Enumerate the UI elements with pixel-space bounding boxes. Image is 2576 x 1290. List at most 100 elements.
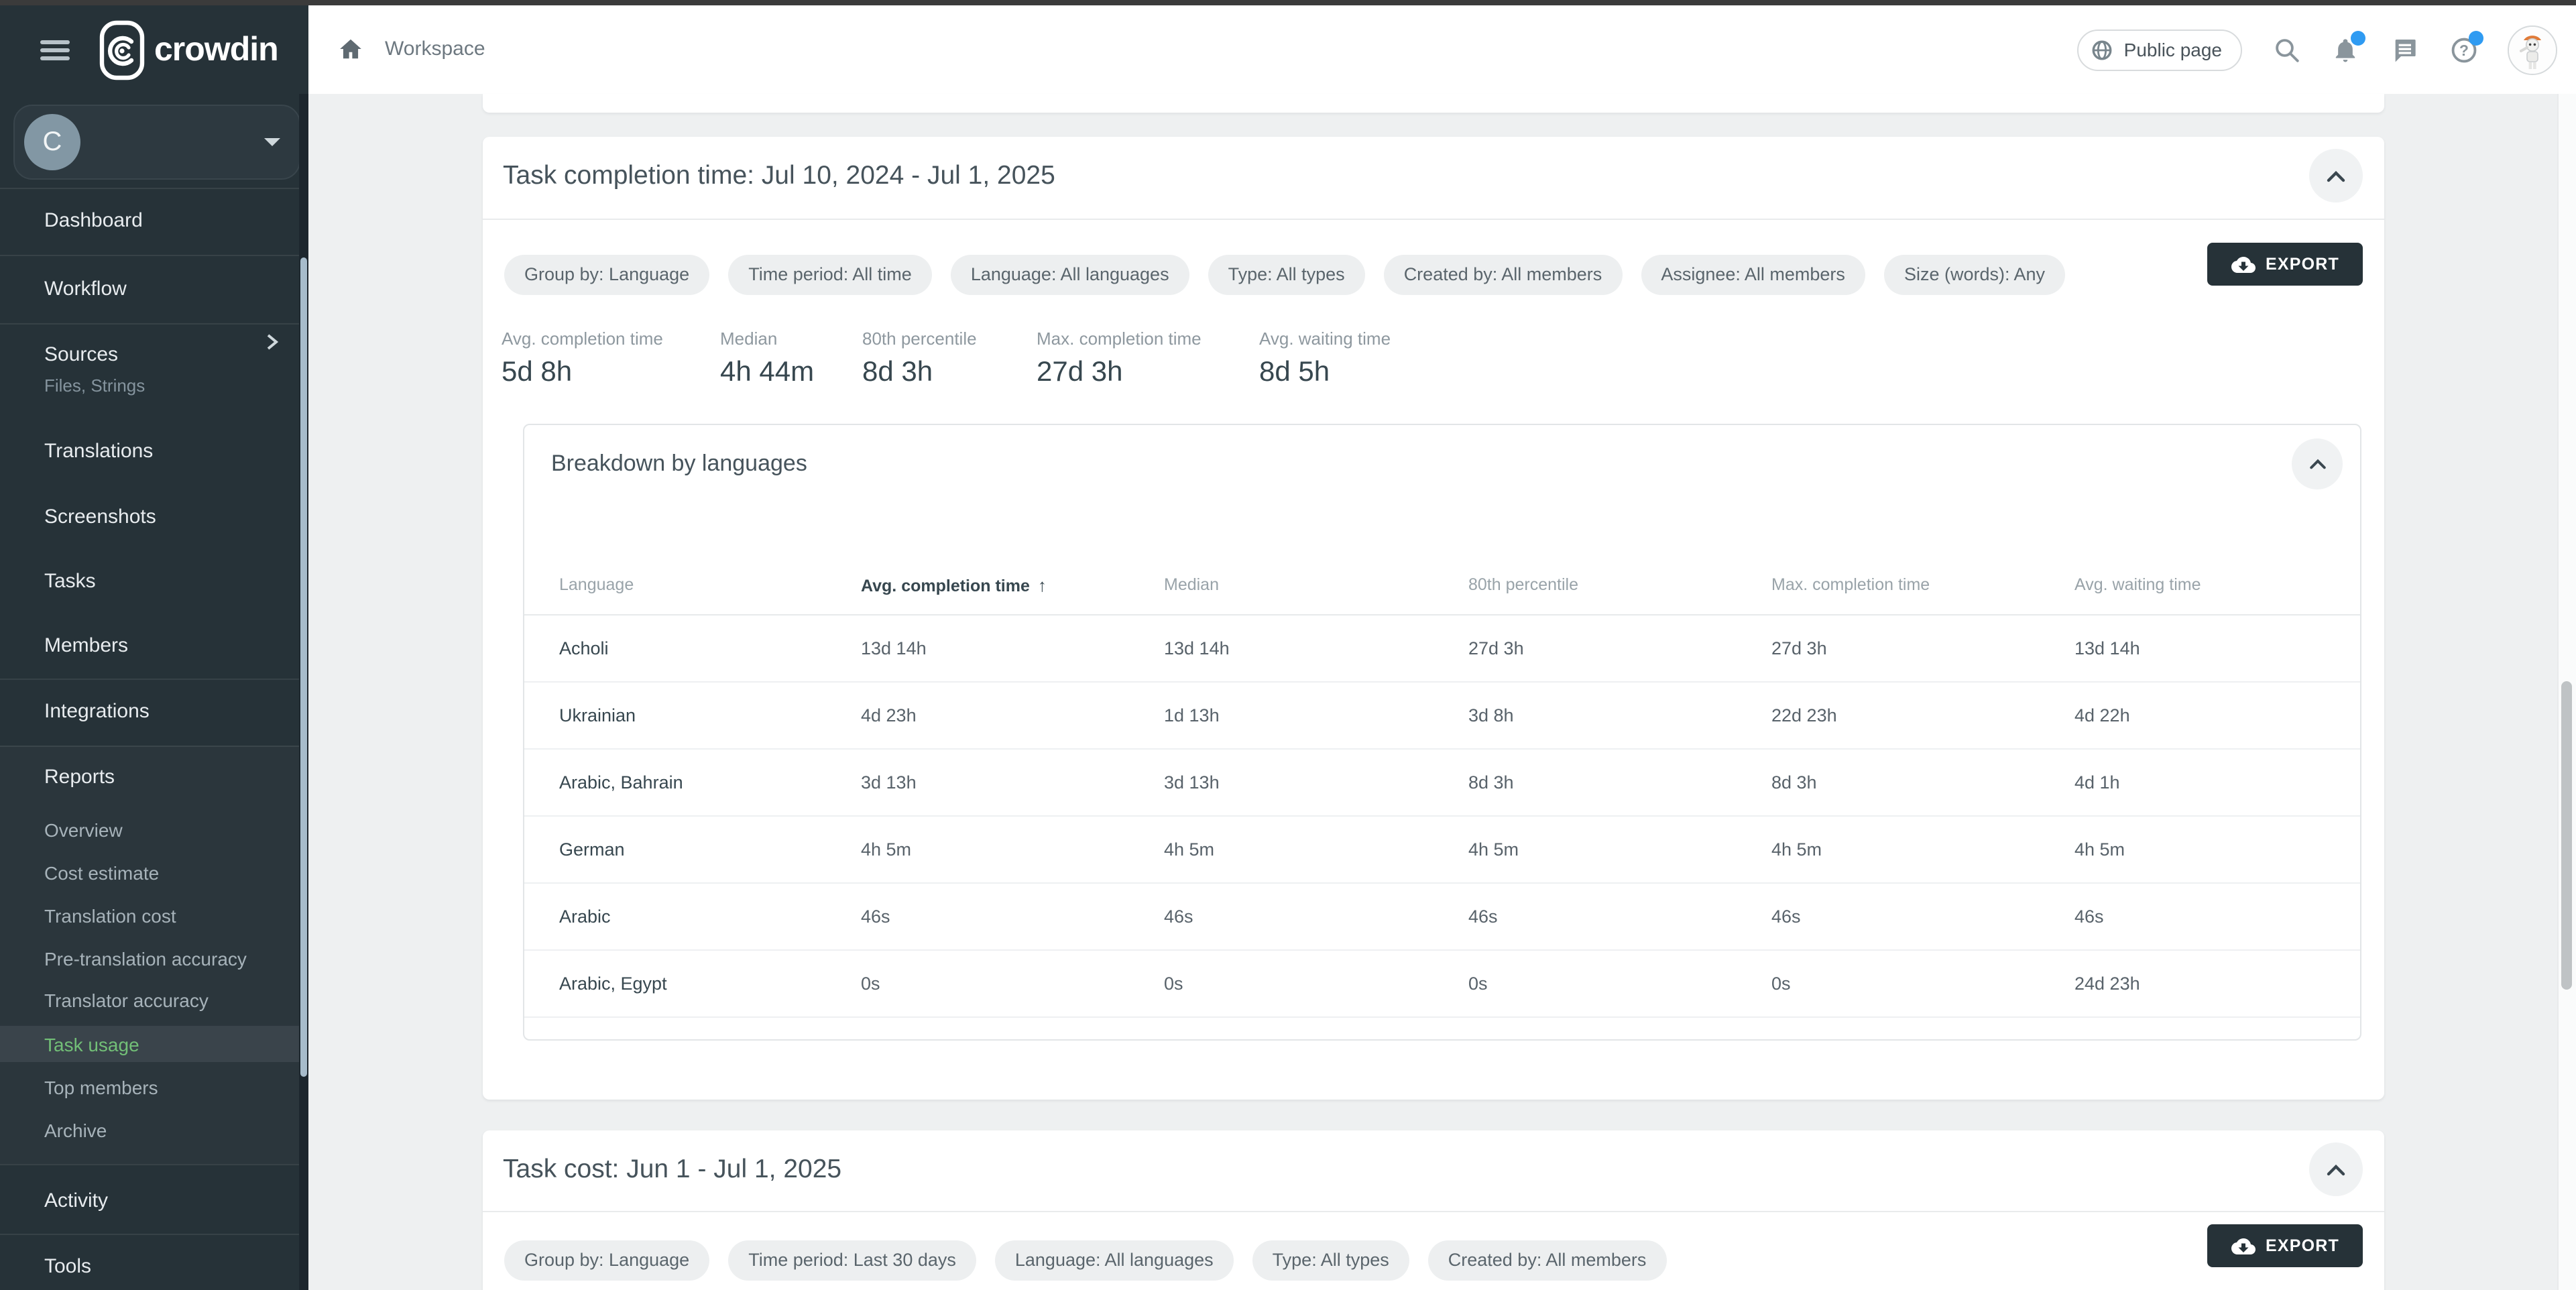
stat-median: Median 4h 44m (720, 329, 814, 389)
help-icon[interactable]: ? (2449, 35, 2478, 64)
stat-80th-percentile: 80th percentile 8d 3h (862, 329, 977, 389)
sidebar-item-activity[interactable]: Activity (44, 1185, 108, 1218)
chevron-up-icon (2308, 459, 2326, 469)
sidebar-item-tools[interactable]: Tools (44, 1251, 91, 1283)
sidebar-item-tasks[interactable]: Tasks (44, 566, 96, 598)
filter-chip-created-by[interactable]: Created by: All members (1428, 1240, 1667, 1281)
public-page-label: Public page (2124, 39, 2222, 60)
task-completion-title: Task completion time: Jul 10, 2024 - Jul… (503, 158, 1055, 193)
notification-badge (2351, 31, 2365, 46)
stat-avg-completion-time: Avg. completion time 5d 8h (502, 329, 663, 389)
notifications-bell-icon[interactable] (2331, 35, 2360, 64)
table-row-arabic: Arabic 46s 46s 46s 46s 46s (524, 884, 2360, 951)
sidebar-item-workflow[interactable]: Workflow (44, 274, 127, 306)
crowdin-logo[interactable]: crowdin (99, 20, 278, 80)
export-button[interactable]: EXPORT (2207, 1224, 2363, 1267)
divider (0, 1234, 308, 1235)
collapse-task-cost-button[interactable] (2309, 1142, 2363, 1196)
task-cost-filters: Group by: Language Time period: Last 30 … (504, 1240, 1666, 1281)
sort-ascending-icon: ↑ (1038, 575, 1047, 595)
messages-chat-icon[interactable] (2390, 35, 2419, 64)
top-bar-actions: Public page ? (2077, 5, 2557, 94)
sidebar-item-sources[interactable]: Sources (44, 339, 118, 371)
breakdown-title: Breakdown by languages (551, 448, 807, 480)
column-header-avg-completion-time[interactable]: Avg. completion time↑ (861, 575, 1164, 595)
page-scrollbar-thumb[interactable] (2561, 681, 2572, 990)
user-avatar[interactable] (2508, 25, 2557, 74)
breakdown-by-languages-card: Breakdown by languages Language Avg. com… (523, 424, 2361, 1041)
filter-chip-type[interactable]: Type: All types (1252, 1240, 1409, 1281)
sidebar-item-integrations[interactable]: Integrations (44, 696, 150, 728)
sidebar-item-translation-cost[interactable]: Translation cost (44, 901, 176, 931)
search-icon[interactable] (2272, 35, 2301, 64)
table-header-row: Language Avg. completion time↑ Median 80… (524, 555, 2360, 615)
table-row-ukrainian: Ukrainian 4d 23h 1d 13h 3d 8h 22d 23h 4d… (524, 683, 2360, 750)
table-row-arabic-egypt: Arabic, Egypt 0s 0s 0s 0s 24d 23h (524, 951, 2360, 1018)
crowdin-logo-icon (99, 20, 145, 80)
crowdin-workspace-page: crowdin Workspace Public page (0, 0, 2576, 1290)
sidebar-item-dashboard[interactable]: Dashboard (44, 205, 143, 237)
sidebar-item-translations[interactable]: Translations (44, 436, 153, 468)
sidebar-item-overview[interactable]: Overview (44, 815, 123, 845)
sidebar-item-members[interactable]: Members (44, 630, 128, 662)
help-badge (2469, 31, 2483, 46)
public-page-button[interactable]: Public page (2077, 29, 2242, 70)
top-bar-brand-area: crowdin (0, 5, 308, 94)
sidebar-item-screenshots[interactable]: Screenshots (44, 502, 156, 534)
globe-icon (2091, 38, 2113, 61)
filter-chip-time-period[interactable]: Time period: Last 30 days (728, 1240, 976, 1281)
column-header-median[interactable]: Median (1164, 575, 1468, 594)
cloud-export-icon (2231, 1236, 2255, 1256)
task-completion-card: Task completion time: Jul 10, 2024 - Jul… (483, 137, 2384, 1100)
svg-text:?: ? (2459, 41, 2468, 58)
filter-chip-group-by[interactable]: Group by: Language (504, 1240, 709, 1281)
divider (483, 1211, 2384, 1212)
divider (483, 219, 2384, 220)
divider (0, 679, 308, 680)
column-header-avg-waiting-time[interactable]: Avg. waiting time (2074, 575, 2360, 594)
filter-chip-group-by[interactable]: Group by: Language (504, 255, 709, 295)
task-completion-filters: Group by: Language Time period: All time… (504, 255, 2065, 295)
filter-chip-type[interactable]: Type: All types (1208, 255, 1365, 295)
organization-avatar: C (24, 114, 80, 170)
sidebar-item-task-usage[interactable]: Task usage (44, 1030, 139, 1059)
window-top-strip (0, 0, 2576, 5)
main-content: Task completion time: Jul 10, 2024 - Jul… (308, 94, 2576, 1290)
task-cost-card: Task cost: Jun 1 - Jul 1, 2025 Group by:… (483, 1130, 2384, 1290)
sidebar-item-top-members[interactable]: Top members (44, 1073, 158, 1102)
sidebar-item-translator-accuracy[interactable]: Translator accuracy (44, 986, 209, 1015)
divider (0, 1164, 308, 1165)
previous-card-fragment (483, 94, 2384, 113)
divider (0, 188, 308, 189)
collapse-breakdown-button[interactable] (2292, 438, 2343, 489)
stat-avg-waiting-time: Avg. waiting time 8d 5h (1259, 329, 1391, 389)
sidebar-item-cost-estimate[interactable]: Cost estimate (44, 858, 159, 888)
filter-chip-time-period[interactable]: Time period: All time (728, 255, 932, 295)
organization-switcher[interactable]: C (13, 105, 300, 180)
sidebar-item-pre-translation-accuracy[interactable]: Pre-translation accuracy (44, 944, 247, 974)
export-button[interactable]: EXPORT (2207, 243, 2363, 286)
collapse-task-completion-button[interactable] (2309, 149, 2363, 202)
sidebar-item-reports[interactable]: Reports (44, 762, 115, 794)
filter-chip-language[interactable]: Language: All languages (995, 1240, 1234, 1281)
hamburger-menu-icon[interactable] (40, 40, 70, 60)
filter-chip-assignee[interactable]: Assignee: All members (1641, 255, 1865, 295)
home-icon[interactable] (338, 36, 363, 68)
column-header-language[interactable]: Language (559, 575, 861, 594)
filter-chip-language[interactable]: Language: All languages (951, 255, 1189, 295)
column-header-80th-percentile[interactable]: 80th percentile (1468, 575, 1771, 594)
divider (0, 255, 308, 256)
top-bar-main: Workspace Public page (308, 5, 2576, 94)
column-header-max-completion-time[interactable]: Max. completion time (1771, 575, 2074, 594)
export-label: EXPORT (2266, 1236, 2339, 1255)
sidebar-scrollbar-thumb[interactable] (300, 257, 307, 1077)
sidebar-item-archive[interactable]: Archive (44, 1116, 107, 1145)
breadcrumb[interactable]: Workspace (385, 5, 485, 94)
filter-chip-size-words[interactable]: Size (words): Any (1884, 255, 2065, 295)
sidebar: C Dashboard Workflow Sources Files, Stri… (0, 94, 308, 1290)
chevron-up-icon (2327, 170, 2345, 182)
chevron-right-icon[interactable] (266, 333, 279, 358)
table-row-german: German 4h 5m 4h 5m 4h 5m 4h 5m 4h 5m (524, 817, 2360, 884)
stat-max-completion-time: Max. completion time 27d 3h (1037, 329, 1202, 389)
filter-chip-created-by[interactable]: Created by: All members (1384, 255, 1623, 295)
